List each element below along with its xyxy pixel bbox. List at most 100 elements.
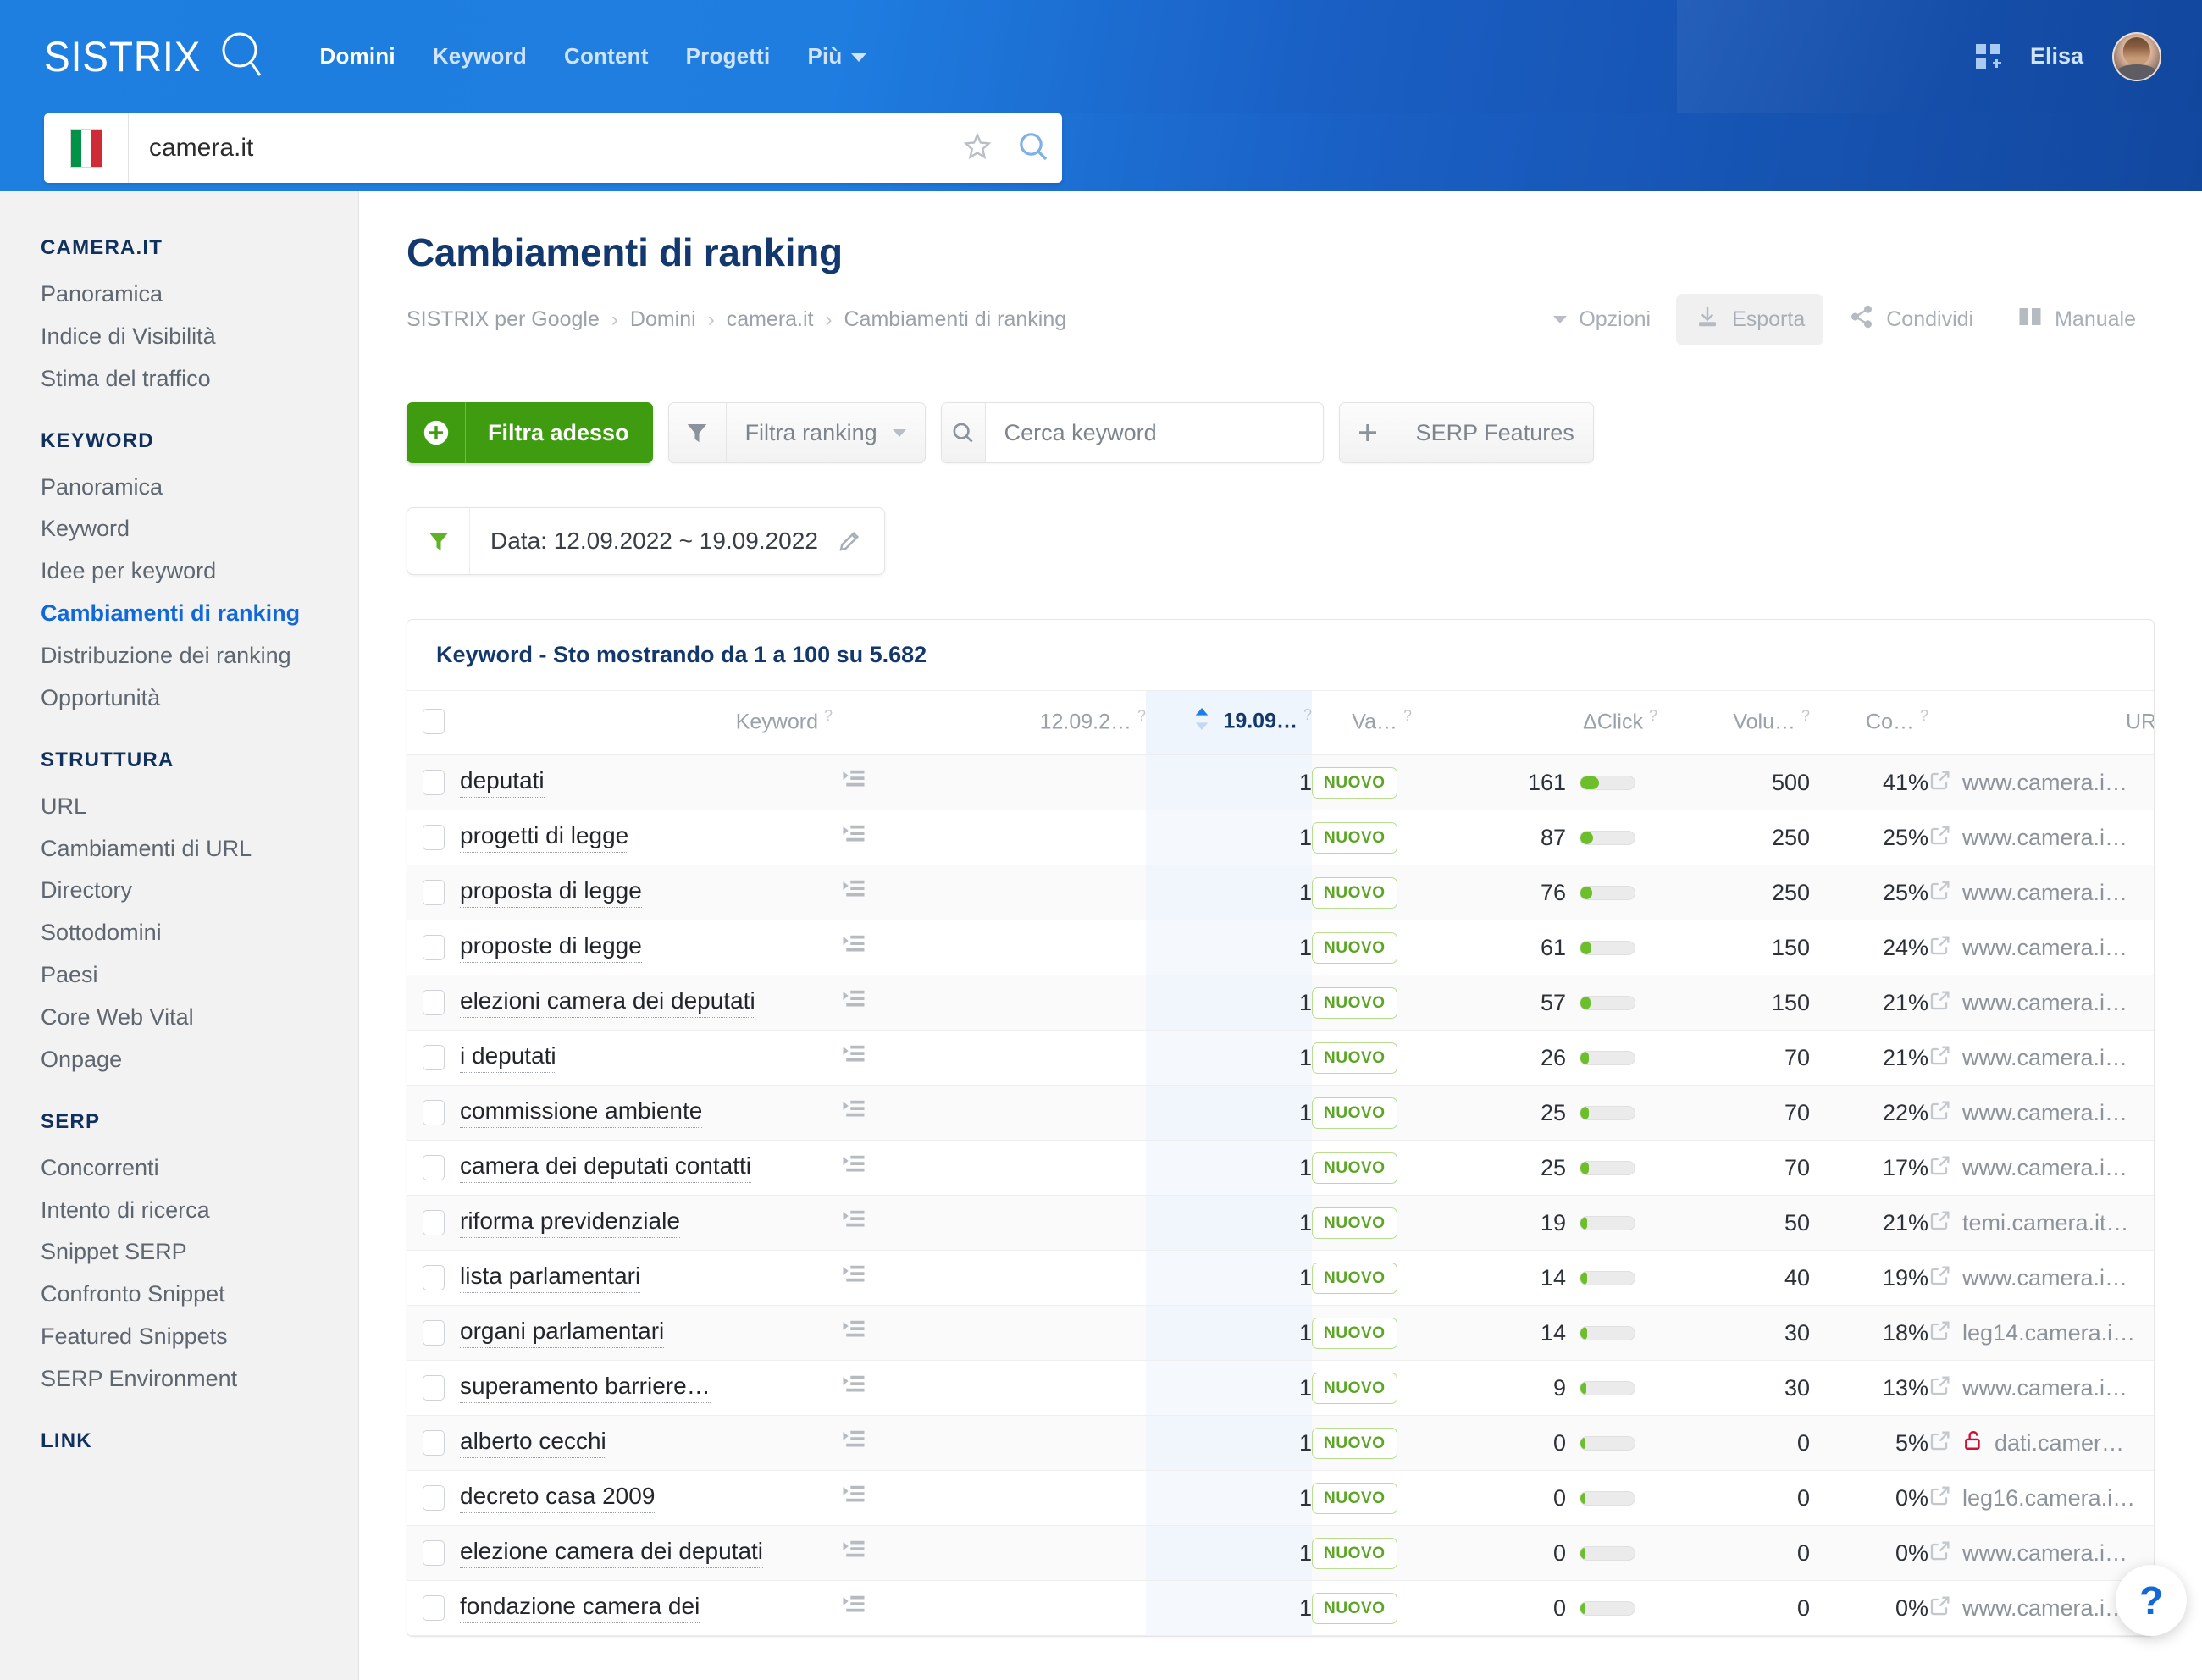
table-row[interactable]: deputati 1 NUOVO 161 500 41% www.camera.i… xyxy=(407,754,2154,811)
row-keyword-cell[interactable]: alberto cecchi xyxy=(460,1415,833,1472)
external-link-icon[interactable] xyxy=(1928,878,1952,908)
row-select-cell[interactable] xyxy=(407,1305,460,1362)
pencil-icon[interactable] xyxy=(837,528,884,554)
row-url-cell[interactable]: www.camera.i… xyxy=(1928,1525,2154,1582)
row-select-cell[interactable] xyxy=(407,1250,460,1307)
condividi-button[interactable]: Condividi xyxy=(1830,294,1992,345)
row-keyword-cell[interactable]: riforma previdenziale xyxy=(460,1195,833,1252)
keyword-link[interactable]: deputati xyxy=(460,767,545,798)
table-row[interactable]: progetti di legge 1 NUOVO 87 250 25% www.camer… xyxy=(407,810,2154,866)
indent-list-icon[interactable] xyxy=(841,877,977,909)
row-tag-cell[interactable] xyxy=(833,1470,977,1527)
row-tag-cell[interactable] xyxy=(833,1195,977,1252)
indent-list-icon[interactable] xyxy=(841,1483,977,1514)
row-keyword-cell[interactable]: proposte di legge xyxy=(460,920,833,976)
row-tag-cell[interactable] xyxy=(833,1360,977,1417)
manuale-button[interactable]: Manuale xyxy=(1999,294,2155,345)
nav-item-piu[interactable]: Più xyxy=(807,43,866,69)
keyword-link[interactable]: alberto cecchi xyxy=(460,1428,606,1458)
row-url-cell[interactable]: temi.camera.it… xyxy=(1928,1195,2154,1252)
row-checkbox[interactable] xyxy=(423,1100,445,1126)
table-row[interactable]: proposta di legge 1 NUOVO 76 250 25% www.camer… xyxy=(407,865,2154,921)
table-row[interactable]: superamento barriere… 1 NUOVO 9 30 13% www.cam… xyxy=(407,1360,2154,1417)
row-checkbox[interactable] xyxy=(423,825,445,851)
row-tag-cell[interactable] xyxy=(833,1030,977,1086)
external-link-icon[interactable] xyxy=(1928,1373,1952,1403)
external-link-icon[interactable] xyxy=(1928,823,1952,853)
row-url-cell[interactable]: dati.camer… xyxy=(1928,1415,2154,1472)
sidebar-item-panoramica-keyword[interactable]: Panoramica xyxy=(41,467,358,509)
row-tag-cell[interactable] xyxy=(833,1580,977,1637)
filtra-ranking-button[interactable]: Filtra ranking xyxy=(667,402,926,463)
keyword-link[interactable]: superamento barriere… xyxy=(460,1373,711,1403)
external-link-icon[interactable] xyxy=(1928,1429,1952,1458)
row-tag-cell[interactable] xyxy=(833,975,977,1031)
row-url-cell[interactable]: www.camera.i… xyxy=(1928,1360,2154,1417)
external-link-icon[interactable] xyxy=(1928,1594,1952,1623)
row-keyword-cell[interactable]: decreto casa 2009 xyxy=(460,1470,833,1527)
indent-list-icon[interactable] xyxy=(841,1263,977,1294)
keyword-link[interactable]: commissione ambiente xyxy=(460,1097,703,1128)
row-tag-cell[interactable] xyxy=(833,1085,977,1141)
sidebar-item-panoramica[interactable]: Panoramica xyxy=(41,274,358,316)
keyword-link[interactable]: i deputati xyxy=(460,1042,556,1073)
row-select-cell[interactable] xyxy=(407,920,460,976)
sidebar-item-distribuzione-dei-ranking[interactable]: Distribuzione dei ranking xyxy=(41,635,358,677)
row-checkbox[interactable] xyxy=(423,1485,445,1511)
th-date-19-09[interactable]: 19.09…? xyxy=(1146,691,1312,756)
help-icon[interactable]: ? xyxy=(1137,707,1146,724)
avatar[interactable] xyxy=(2112,31,2161,81)
row-tag-cell[interactable] xyxy=(833,810,977,866)
sidebar-item-opportunita[interactable]: Opportunità xyxy=(41,677,358,720)
row-select-cell[interactable] xyxy=(407,1360,460,1417)
row-url-cell[interactable]: www.camera.i… xyxy=(1928,754,2154,811)
filtra-adesso-button[interactable]: Filtra adesso xyxy=(407,402,653,463)
row-keyword-cell[interactable]: elezioni camera dei deputati xyxy=(460,975,833,1031)
sidebar-item-paesi[interactable]: Paesi xyxy=(41,954,358,997)
sidebar-item-cambiamenti-di-ranking[interactable]: Cambiamenti di ranking xyxy=(41,593,358,635)
row-keyword-cell[interactable]: camera dei deputati contatti xyxy=(460,1140,833,1196)
keyword-link[interactable]: lista parlamentari xyxy=(460,1263,641,1293)
breadcrumb-item-camera-it[interactable]: camera.it xyxy=(727,307,814,332)
table-row[interactable]: lista parlamentari 1 NUOVO 14 40 19% www.camer… xyxy=(407,1250,2154,1307)
row-checkbox[interactable] xyxy=(423,1595,445,1622)
row-keyword-cell[interactable]: deputati xyxy=(460,754,833,811)
external-link-icon[interactable] xyxy=(1928,933,1952,963)
external-link-icon[interactable] xyxy=(1928,988,1952,1018)
row-keyword-cell[interactable]: fondazione camera dei xyxy=(460,1580,833,1637)
row-select-cell[interactable] xyxy=(407,1525,460,1582)
external-link-icon[interactable] xyxy=(1928,1539,1952,1568)
sidebar-item-sottodomini[interactable]: Sottodomini xyxy=(41,912,358,954)
table-row[interactable]: camera dei deputati contatti 1 NUOVO 25 70 17… xyxy=(407,1140,2154,1196)
breadcrumb-item-domini[interactable]: Domini xyxy=(630,307,696,332)
row-checkbox[interactable] xyxy=(423,935,445,961)
help-icon[interactable]: ? xyxy=(1920,707,1928,724)
row-select-cell[interactable] xyxy=(407,1415,460,1472)
keyword-link[interactable]: proposta di legge xyxy=(460,877,642,908)
row-checkbox[interactable] xyxy=(423,880,445,906)
sidebar-item-keyword[interactable]: Keyword xyxy=(41,508,358,550)
keyword-link[interactable]: progetti di legge xyxy=(460,822,629,853)
row-select-cell[interactable] xyxy=(407,1030,460,1086)
table-row[interactable]: elezioni camera dei deputati 1 NUOVO 57 150 2… xyxy=(407,975,2154,1031)
external-link-icon[interactable] xyxy=(1928,1318,1952,1348)
sidebar-item-concorrenti[interactable]: Concorrenti xyxy=(41,1147,358,1190)
row-tag-cell[interactable] xyxy=(833,1415,977,1472)
help-fab-button[interactable]: ? xyxy=(2116,1565,2187,1636)
star-icon[interactable] xyxy=(950,131,1004,166)
row-select-cell[interactable] xyxy=(407,1195,460,1252)
row-select-cell[interactable] xyxy=(407,975,460,1031)
row-keyword-cell[interactable]: superamento barriere… xyxy=(460,1360,833,1417)
th-competition[interactable]: Co…? xyxy=(1810,691,1928,756)
external-link-icon[interactable] xyxy=(1928,768,1952,798)
row-url-cell[interactable]: leg14.camera.i… xyxy=(1928,1305,2154,1362)
sort-asc-icon[interactable] xyxy=(1195,708,1209,736)
external-link-icon[interactable] xyxy=(1928,1043,1952,1073)
indent-list-icon[interactable] xyxy=(841,1538,977,1569)
table-row[interactable]: fondazione camera dei 1 NUOVO 0 0 0% www.camer… xyxy=(407,1580,2154,1637)
keyword-link[interactable]: camera dei deputati contatti xyxy=(460,1152,751,1183)
indent-list-icon[interactable] xyxy=(841,1097,977,1129)
help-icon[interactable]: ? xyxy=(1403,707,1412,724)
indent-list-icon[interactable] xyxy=(841,1318,977,1349)
row-checkbox[interactable] xyxy=(423,1430,445,1456)
